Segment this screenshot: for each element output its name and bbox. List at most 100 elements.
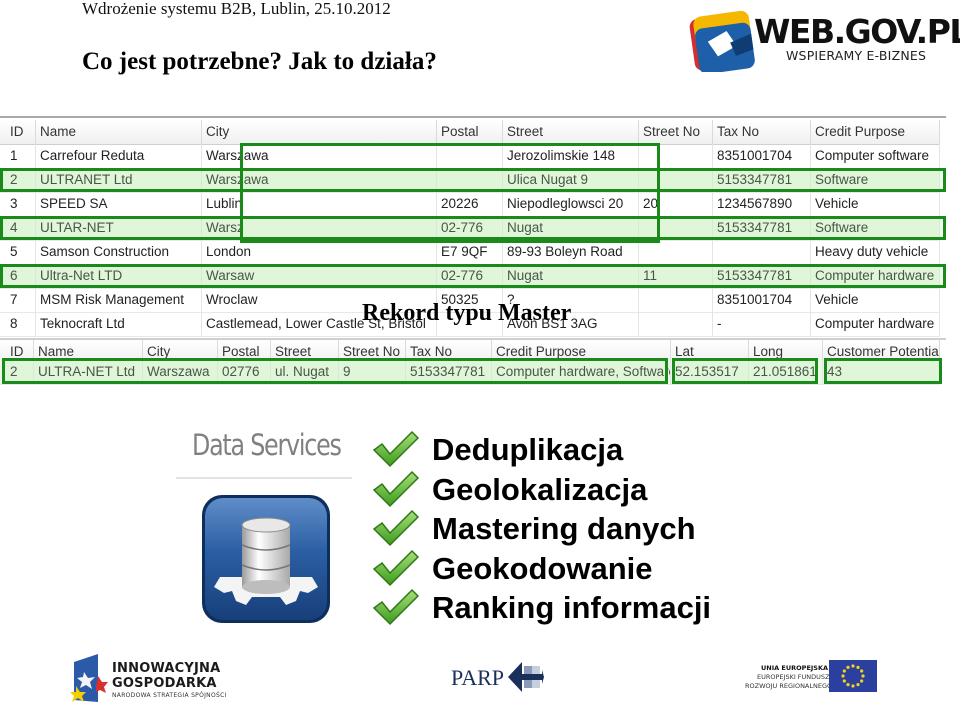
table-cell: Lublin <box>202 192 437 216</box>
table-cell: Computer hardware, Software <box>492 360 671 384</box>
eu-star-icon <box>861 674 865 678</box>
eu-star-icon <box>846 665 850 669</box>
innowacyjna-line1: INNOWACYJNA <box>112 661 221 676</box>
table-cell: 8351001704 <box>713 288 811 312</box>
feature-label: Geokodowanie <box>432 550 653 586</box>
checkmark-icon <box>372 588 420 626</box>
feature-label: Mastering danych <box>432 511 696 546</box>
eu-star-icon <box>856 683 860 687</box>
table-cell: MSM Risk Management <box>36 288 202 312</box>
table-cell: Heavy duty vehicle <box>811 240 940 264</box>
column-header[interactable]: Credit Purpose <box>811 120 940 144</box>
table-cell: 1234567890 <box>713 192 811 216</box>
table-cell: 1 <box>0 144 36 168</box>
eu-star-icon <box>846 683 850 687</box>
eu-star-icon <box>842 679 846 683</box>
eu-line2: EUROPEJSKI FUNDUSZ <box>757 673 830 681</box>
table-cell: Software <box>811 216 940 240</box>
column-header[interactable]: ID <box>0 120 36 144</box>
table-cell: 5153347781 <box>713 216 811 240</box>
column-header[interactable]: Street No <box>639 120 713 144</box>
table-cell: Vehicle <box>811 288 940 312</box>
parp-logo-icon <box>508 662 544 692</box>
table-cell: Computer hardware <box>811 312 940 336</box>
table-cell: Ultra-Net LTD <box>36 264 202 288</box>
table-cell: 6 <box>0 264 36 288</box>
table-row[interactable]: 2 ULTRANET Ltd Warszawa Ulica Nugat 9 515334… <box>0 168 940 193</box>
table-cell: 20 <box>639 192 713 216</box>
table-cell: 9 <box>339 360 406 384</box>
eu-star-icon <box>860 679 864 683</box>
table-cell: Niepodleglowsci 20 <box>503 192 639 216</box>
table-row[interactable]: 2 ULTRA-NET Ltd Warszawa 02776 ul. Nugat 9 515… <box>0 360 940 385</box>
eu-star-icon <box>856 665 860 669</box>
table-cell: Carrefour Reduta <box>36 144 202 168</box>
table-cell <box>437 168 503 192</box>
table-cell: E7 9QF <box>437 240 503 264</box>
table-cell: 3 <box>0 192 36 216</box>
checkmark-icon <box>372 549 420 586</box>
table-cell: SPEED SA <box>36 192 202 216</box>
table-cell: Computer hardware <box>811 264 940 288</box>
eu-line1: UNIA EUROPEJSKA <box>761 664 829 672</box>
table-cell: Computer software <box>811 144 940 168</box>
table-cell: 89-93 Boleyn Road <box>503 240 639 264</box>
table-row[interactable]: 1 Carrefour Reduta Warszawa Jerozolimskie 1… <box>0 144 940 169</box>
table-cell <box>437 144 503 168</box>
table-cell: 52.153517 <box>671 360 749 384</box>
table-cell: 02-776 <box>437 216 503 240</box>
table-cell: London <box>202 240 437 264</box>
table-cell: Nugat <box>503 216 639 240</box>
feature-label: Deduplikacja <box>432 432 624 467</box>
innowacyjna-line2: GOSPODARKA <box>112 676 217 691</box>
table-row[interactable]: 4 ULTAR-NET Warsz 02-776 Nugat 5153347781 Soft… <box>0 216 940 241</box>
feature-label: Geolokalizacja <box>432 471 648 507</box>
table-cell: 43 <box>823 360 940 384</box>
table-cell: 4 <box>0 216 36 240</box>
table-cell: ULTRANET Ltd <box>36 168 202 192</box>
table-cell: 5153347781 <box>713 264 811 288</box>
eu-flag-icon <box>829 660 877 692</box>
eu-star-icon <box>851 664 855 668</box>
checkmark-icon <box>372 470 420 507</box>
table-row[interactable]: 6 Ultra-Net LTD Warsaw 02-776 Nugat 11 5153347… <box>0 264 940 289</box>
data-services-divider <box>176 477 352 479</box>
eu-star-icon <box>841 674 845 678</box>
brand-name: WEB.GOV.PL <box>754 12 960 51</box>
table-cell: ULTRA-NET Ltd <box>34 360 143 384</box>
table-cell: 2 <box>0 168 36 192</box>
table-cell: Vehicle <box>811 192 940 216</box>
table-cell: 2 <box>0 360 34 384</box>
table-cell <box>639 288 713 312</box>
column-header[interactable]: Tax No <box>713 120 811 144</box>
table-cell <box>639 312 713 336</box>
data-services-title: Data Services <box>192 428 342 462</box>
column-header[interactable]: City <box>202 120 437 144</box>
parp-label: PARP <box>451 665 505 690</box>
table-cell: 5153347781 <box>406 360 492 384</box>
table-row[interactable]: 3 SPEED SA Lublin 20226 Niepodleglowsci 20 20… <box>0 192 940 217</box>
table-cell: Warsaw <box>202 264 437 288</box>
table-cell: Jerozolimskie 148 <box>503 144 639 168</box>
slide-subtitle: Wdrożenie systemu B2B, Lublin, 25.10.201… <box>82 0 391 18</box>
innowacyjna-line3: NARODOWA STRATEGIA SPÓJNOŚCI <box>112 692 227 699</box>
slide-title: Co jest potrzebne? Jak to działa? <box>82 48 437 75</box>
table-row[interactable]: 5 Samson Construction London E7 9QF 89-93 Bo… <box>0 240 940 265</box>
table-cell: Teknocraft Ltd <box>36 312 202 336</box>
table-cell: ul. Nugat <box>271 360 339 384</box>
column-header[interactable]: Street <box>503 120 639 144</box>
table-cell: Warsz <box>202 216 437 240</box>
table-cell: 02776 <box>218 360 271 384</box>
column-header[interactable]: Name <box>36 120 202 144</box>
eu-star-icon <box>860 669 864 673</box>
table-cell: Ulica Nugat 9 <box>503 168 639 192</box>
master-record-grid: ID Name City Postal Street Street No Tax No Cre… <box>0 338 946 386</box>
eu-star-icon <box>851 684 855 688</box>
table-cell <box>639 168 713 192</box>
feature-label: Ranking informacji <box>432 590 712 625</box>
header-row[interactable]: ID Name City Postal Street Street No Tax No Cre… <box>0 120 940 145</box>
table-cell: Software <box>811 168 940 192</box>
eu-line3: ROZWOJU REGIONALNEGO <box>745 682 833 690</box>
column-header[interactable]: Postal <box>437 120 503 144</box>
table-cell: Nugat <box>503 264 639 288</box>
